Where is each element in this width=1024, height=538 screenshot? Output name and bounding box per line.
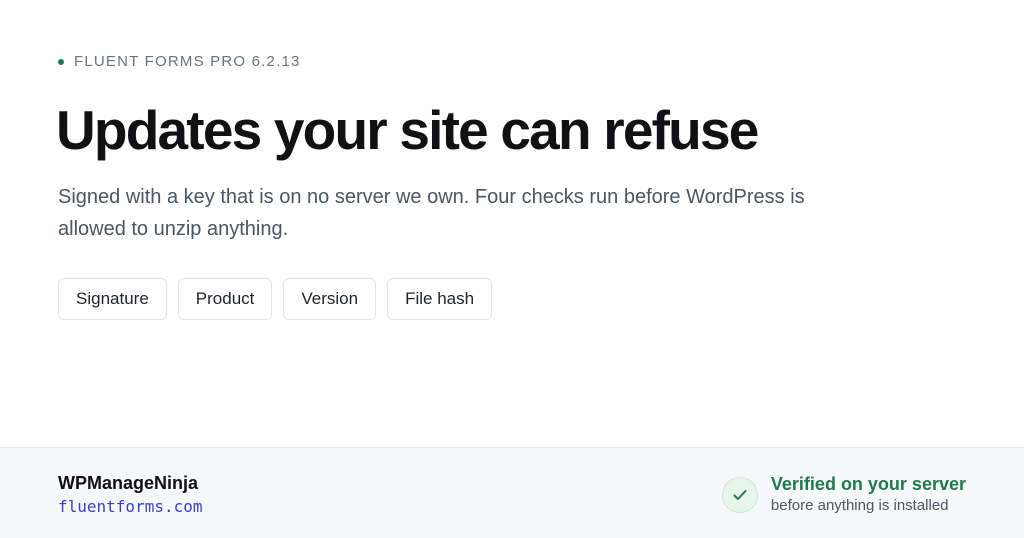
vendor-block: WPManageNinja fluentforms.com [58,471,203,519]
checkmark-icon [721,477,758,513]
chip-signature: Signature [58,278,167,320]
check-chips: Signature Product Version File hash [58,278,493,320]
verification-status: Verified on your server before anything … [721,473,966,517]
chip-version: Version [283,278,377,320]
product-version-label: FLUENT FORMS PRO 6.2.13 [74,53,301,70]
verification-text: Verified on your server before anything … [771,473,966,517]
chip-file-hash: File hash [387,278,493,320]
vendor-name: WPManageNinja [58,473,199,493]
vendor-site-link[interactable]: fluentforms.com [58,495,203,519]
chip-product: Product [177,278,273,320]
eyebrow: FLUENT FORMS PRO 6.2.13 [58,53,301,70]
page: FLUENT FORMS PRO 6.2.13 Updates your sit… [0,0,1024,538]
footer: WPManageNinja fluentforms.com Verified o… [0,447,1024,538]
verified-subtitle: before anything is installed [770,497,949,514]
hero-section: FLUENT FORMS PRO 6.2.13 Updates your sit… [56,0,1024,447]
status-dot-icon [58,58,64,65]
verified-title: Verified on your server [770,474,966,494]
page-title: Updates your site can refuse [56,99,759,161]
page-subtitle: Signed with a key that is on no server w… [58,186,805,240]
